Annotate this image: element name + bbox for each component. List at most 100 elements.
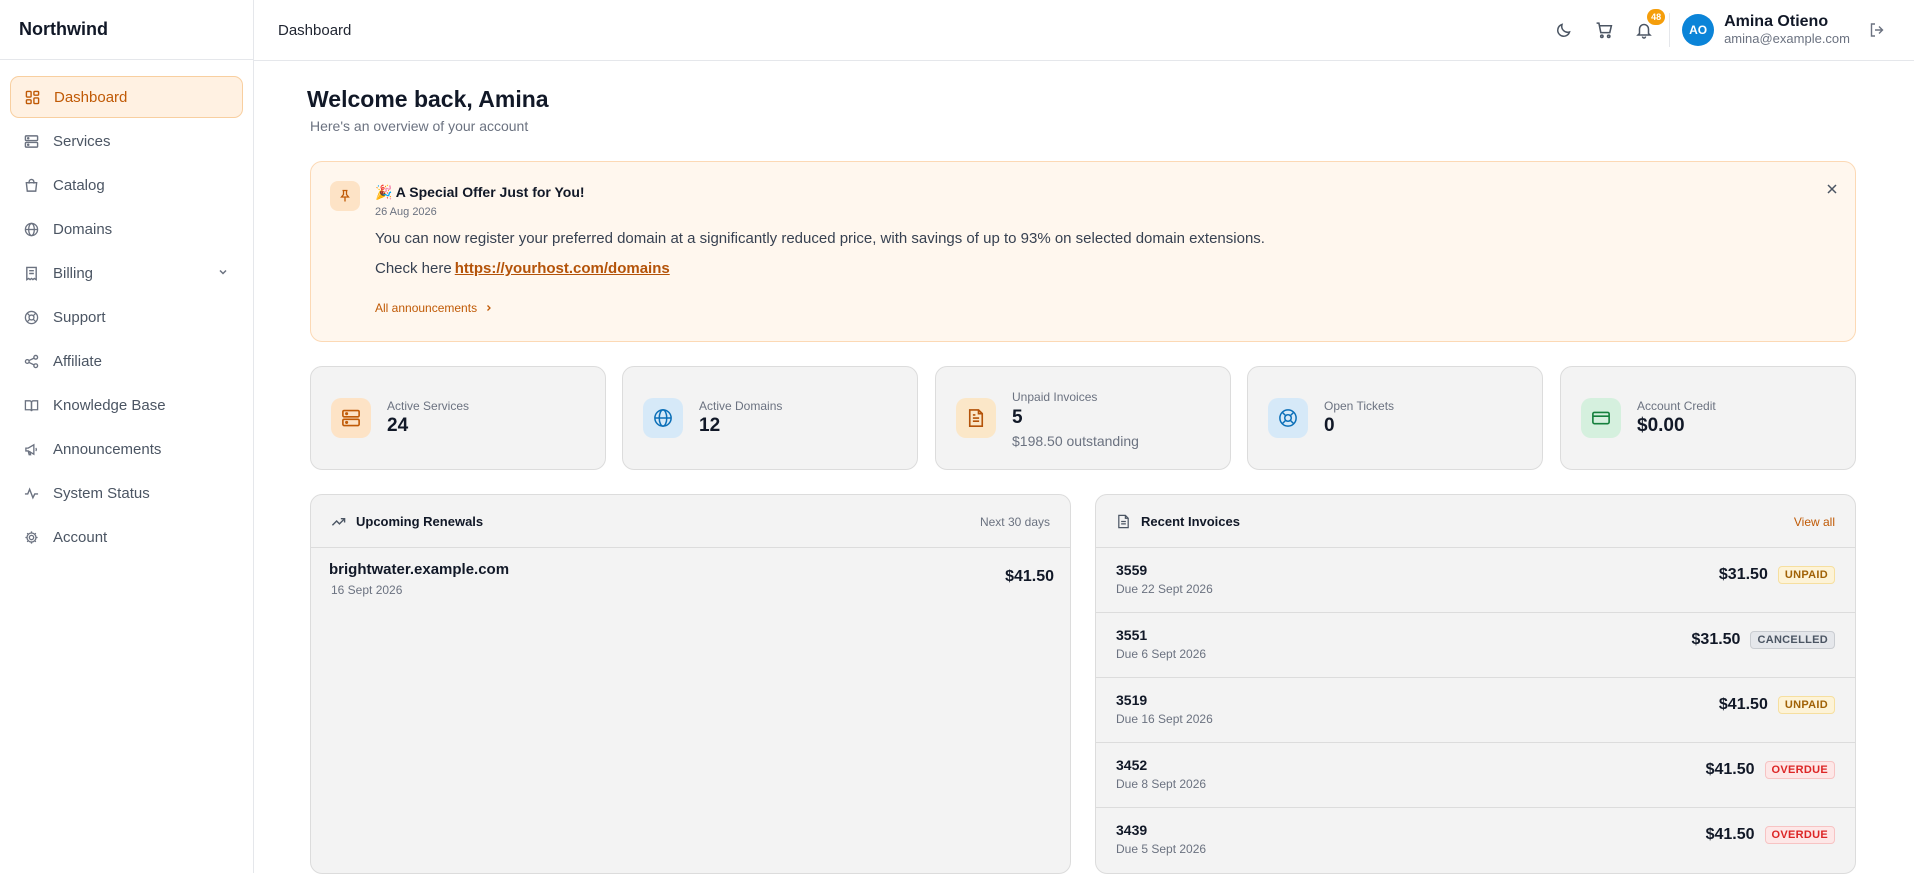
sidebar-item-label: Announcements [53, 441, 161, 458]
stat-value: 12 [699, 415, 720, 437]
announcement-body: You can now register your preferred doma… [375, 230, 1265, 247]
all-announcements-label: All announcements [375, 301, 477, 315]
table-row[interactable]: 3551 Due 6 Sept 2026 $31.50CANCELLED [1096, 613, 1855, 678]
stat-subtext: $198.50 outstanding [1012, 433, 1139, 449]
close-icon[interactable] [1826, 182, 1838, 198]
stat-value: 5 [1012, 407, 1023, 429]
receipt-icon [23, 265, 39, 281]
invoice-amount: $41.50 [1706, 761, 1755, 779]
grid-icon [24, 89, 40, 105]
list-item[interactable]: brightwater.example.com 16 Sept 2026 $41… [311, 548, 1070, 608]
sidebar-item-support[interactable]: Support [10, 296, 243, 338]
stat-label: Active Domains [699, 399, 782, 413]
table-row[interactable]: 3452 Due 8 Sept 2026 $41.50 OVERDUE [1096, 743, 1855, 808]
invoice-number: 3559 [1116, 562, 1147, 578]
page-title: Dashboard [278, 22, 351, 39]
user-info[interactable]: Amina Otieno amina@example.com [1724, 13, 1850, 46]
pin-icon [330, 181, 360, 211]
sidebar-item-label: Domains [53, 221, 112, 238]
user-name: Amina Otieno [1724, 13, 1850, 31]
panel-title: Recent Invoices [1141, 514, 1240, 529]
table-row[interactable]: 3439 Due 5 Sept 2026 $41.50OVERDUE [1096, 808, 1855, 873]
panel-header: Recent Invoices View all [1096, 495, 1855, 548]
announcement-date: 26 Aug 2026 [375, 206, 437, 218]
renewal-date: 16 Sept 2026 [331, 583, 402, 597]
logout-icon[interactable] [1866, 19, 1888, 41]
globe-icon [23, 221, 39, 237]
sidebar-item-label: Catalog [53, 177, 105, 194]
book-icon [23, 397, 39, 413]
announcement-check: Check herehttps://yourhost.com/domains [375, 260, 670, 277]
brand-logo[interactable]: Northwind [0, 0, 253, 60]
sidebar-nav: Dashboard Services Catalog Domains Billi… [0, 60, 253, 558]
table-row[interactable]: 3559 Due 22 Sept 2026 $31.50UNPAID [1096, 548, 1855, 613]
invoice-icon [956, 398, 996, 438]
sidebar-item-system-status[interactable]: System Status [10, 472, 243, 514]
recent-invoices-panel: Recent Invoices View all 3559 Due 22 Sep… [1095, 494, 1856, 874]
panel-header: Upcoming Renewals Next 30 days [311, 495, 1070, 548]
activity-icon [23, 485, 39, 501]
top-header: Dashboard 48 AO Amina Otieno amina@examp… [254, 0, 1914, 61]
stat-value: $0.00 [1637, 415, 1685, 437]
lifebuoy-icon [23, 309, 39, 325]
sidebar-item-label: Billing [53, 265, 93, 282]
stat-card-unpaid-invoices[interactable]: Unpaid Invoices 5 $198.50 outstanding [935, 366, 1231, 470]
cart-icon[interactable] [1593, 19, 1615, 41]
header-actions: 48 AO Amina Otieno amina@example.com [1535, 0, 1888, 60]
stat-card-active-services[interactable]: Active Services 24 [310, 366, 606, 470]
invoice-due: Due 22 Sept 2026 [1116, 582, 1213, 596]
invoice-number: 3519 [1116, 692, 1147, 708]
invoice-due: Due 8 Sept 2026 [1116, 777, 1206, 791]
renewal-domain: brightwater.example.com [329, 561, 509, 578]
stat-label: Open Tickets [1324, 399, 1394, 413]
bag-icon [23, 177, 39, 193]
header-divider [1669, 13, 1670, 47]
stat-value: 24 [387, 415, 408, 437]
invoice-amount: $41.50 [1706, 826, 1755, 844]
sidebar-item-dashboard[interactable]: Dashboard [10, 76, 243, 118]
invoice-amount: $31.50 [1692, 631, 1741, 649]
chevron-down-icon[interactable] [217, 265, 229, 282]
stat-value: 0 [1324, 415, 1335, 437]
stat-card-active-domains[interactable]: Active Domains 12 [622, 366, 918, 470]
bell-icon[interactable]: 48 [1633, 19, 1655, 41]
status-badge: OVERDUE [1765, 826, 1836, 844]
sidebar-item-label: Account [53, 529, 107, 546]
sidebar-item-knowledge-base[interactable]: Knowledge Base [10, 384, 243, 426]
notification-count-badge: 48 [1647, 9, 1665, 25]
view-all-link[interactable]: View all [1794, 515, 1835, 529]
announcement-link[interactable]: https://yourhost.com/domains [455, 260, 670, 277]
sidebar-item-billing[interactable]: Billing [10, 252, 243, 294]
megaphone-icon [23, 441, 39, 457]
trending-up-icon [331, 514, 346, 529]
server-icon [331, 398, 371, 438]
server-icon [23, 133, 39, 149]
sidebar-item-catalog[interactable]: Catalog [10, 164, 243, 206]
invoice-due: Due 16 Sept 2026 [1116, 712, 1213, 726]
renewal-amount: $41.50 [1005, 568, 1054, 586]
invoice-number: 3452 [1116, 757, 1147, 773]
status-badge: UNPAID [1778, 566, 1835, 584]
sidebar-item-services[interactable]: Services [10, 120, 243, 162]
share-icon [23, 353, 39, 369]
table-row[interactable]: 3519 Due 16 Sept 2026 $41.50UNPAID [1096, 678, 1855, 743]
user-email: amina@example.com [1724, 32, 1850, 47]
sidebar-item-label: Dashboard [54, 89, 127, 106]
sidebar-item-domains[interactable]: Domains [10, 208, 243, 250]
stat-card-open-tickets[interactable]: Open Tickets 0 [1247, 366, 1543, 470]
moon-icon[interactable] [1553, 19, 1575, 41]
welcome-title: Welcome back, Amina [307, 86, 549, 113]
status-badge: CANCELLED [1750, 631, 1835, 649]
sidebar-item-affiliate[interactable]: Affiliate [10, 340, 243, 382]
stat-card-account-credit[interactable]: Account Credit $0.00 [1560, 366, 1856, 470]
welcome-subtitle: Here's an overview of your account [310, 118, 528, 134]
sidebar-item-label: Services [53, 133, 111, 150]
sidebar-item-label: Support [53, 309, 106, 326]
sidebar: Northwind Dashboard Services Catalog Dom… [0, 0, 254, 873]
all-announcements-link[interactable]: All announcements [375, 301, 493, 315]
status-badge: OVERDUE [1765, 761, 1836, 779]
invoice-amount: $41.50 [1719, 696, 1768, 714]
avatar[interactable]: AO [1682, 14, 1714, 46]
sidebar-item-announcements[interactable]: Announcements [10, 428, 243, 470]
sidebar-item-account[interactable]: Account [10, 516, 243, 558]
